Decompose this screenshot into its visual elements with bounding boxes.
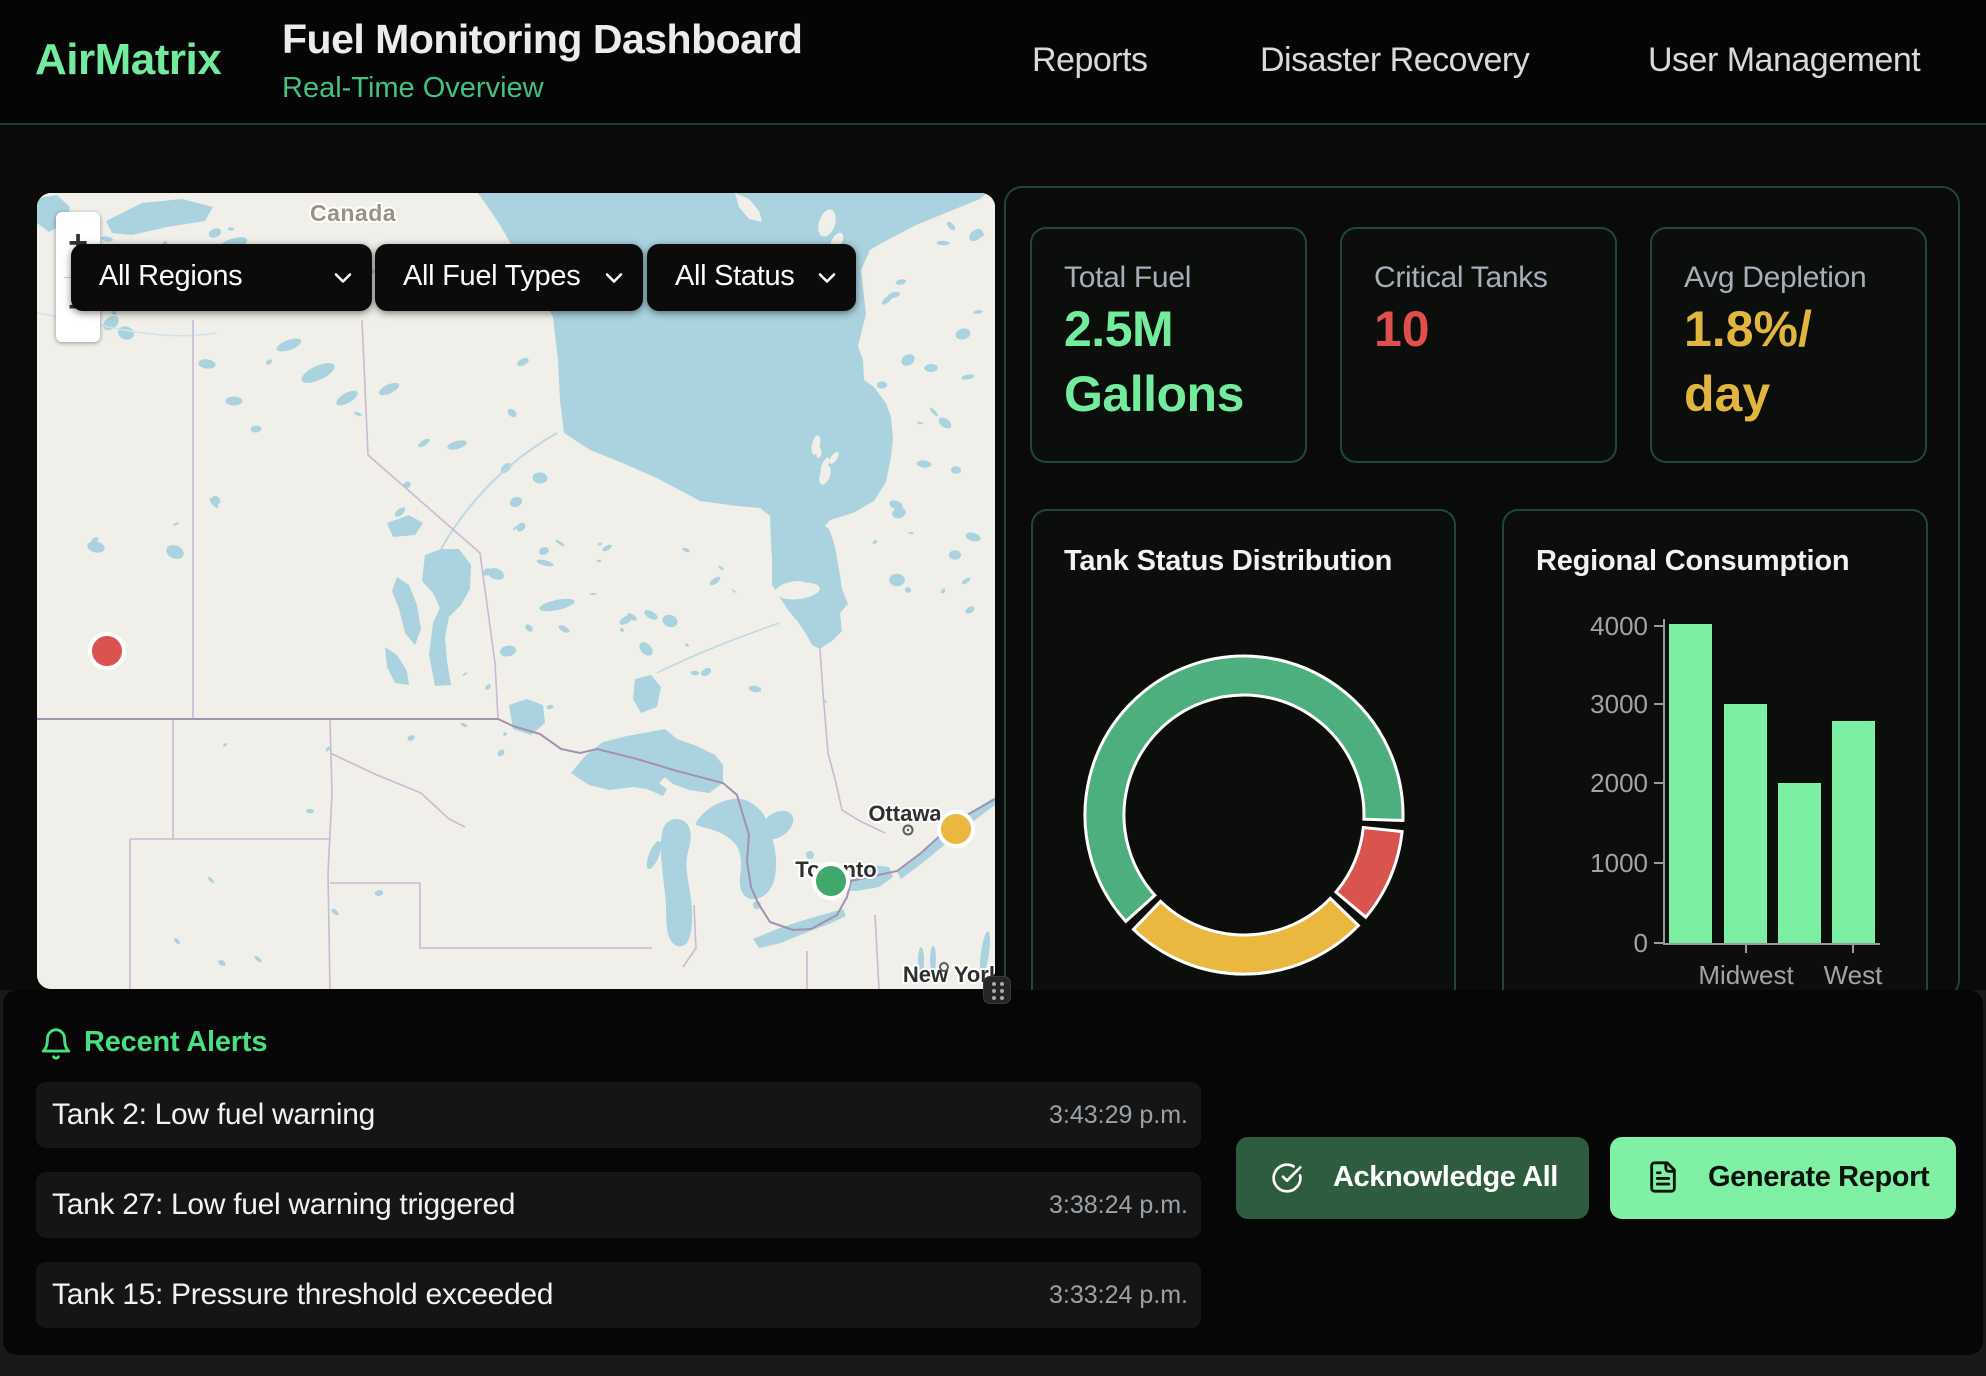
svg-text:3000: 3000 — [1590, 689, 1648, 719]
svg-text:Ottawa: Ottawa — [868, 801, 942, 826]
svg-text:4000: 4000 — [1590, 611, 1648, 641]
svg-text:2000: 2000 — [1590, 768, 1648, 798]
svg-text:New York: New York — [903, 962, 995, 987]
svg-text:West: West — [1824, 960, 1884, 990]
svg-text:0: 0 — [1634, 928, 1648, 958]
svg-text:1000: 1000 — [1590, 848, 1648, 878]
svg-text:Canada: Canada — [310, 200, 396, 226]
svg-text:Midwest: Midwest — [1698, 960, 1794, 990]
